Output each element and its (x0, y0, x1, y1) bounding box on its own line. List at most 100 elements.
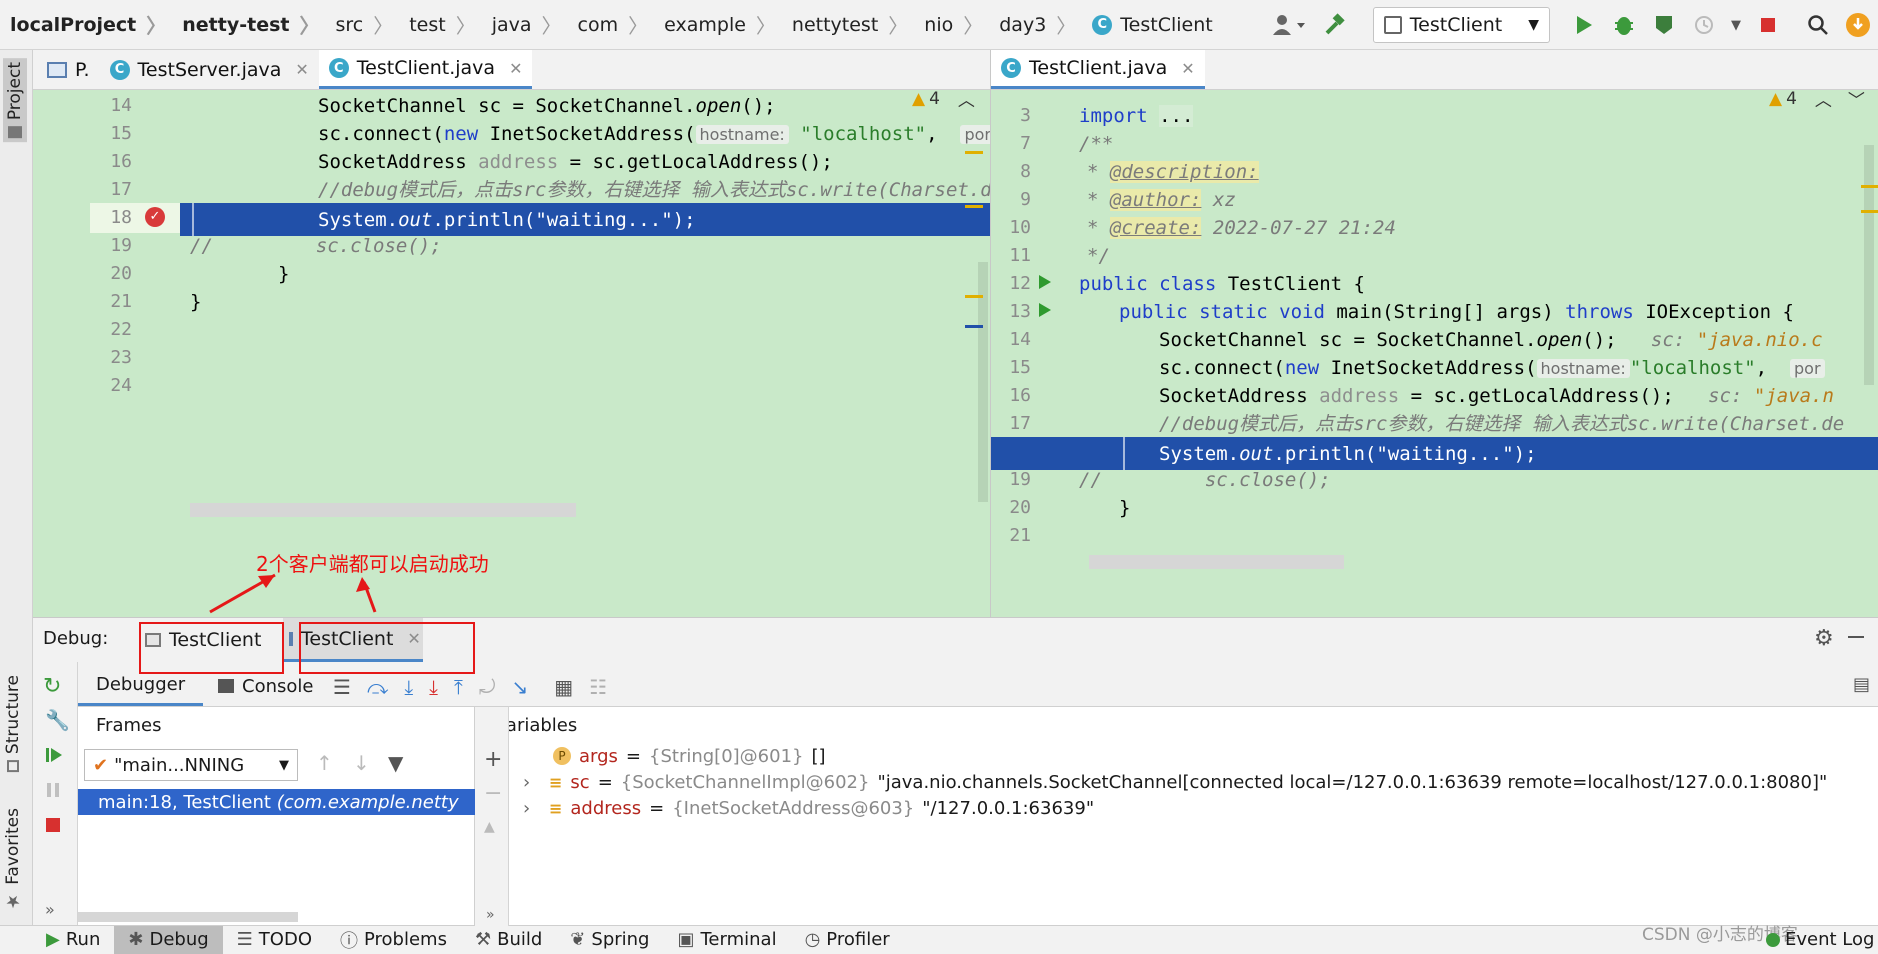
chevron-up-icon[interactable]: ︿ (1815, 86, 1832, 111)
event-log-button[interactable]: Event Log (1766, 929, 1874, 950)
variable-row[interactable]: › ≡ sc = {SocketChannelImpl@602} "java.n… (523, 769, 1827, 795)
breadcrumb-src[interactable]: src 〉 (325, 0, 399, 50)
user-icon[interactable] (1265, 5, 1315, 45)
profile-icon[interactable] (1684, 5, 1724, 45)
variable-row[interactable]: › ≡ address = {InetSocketAddress@603} "/… (523, 795, 1094, 821)
breadcrumb-day3[interactable]: day3 〉 (989, 0, 1082, 50)
chevron-down-icon[interactable]: ﹀ (1848, 86, 1865, 111)
filter-icon[interactable]: ▼ (388, 751, 403, 775)
breadcrumb-nio[interactable]: nio 〉 (914, 0, 989, 50)
project-tool-tab[interactable]: Project (3, 58, 27, 143)
update-icon[interactable] (1838, 5, 1878, 45)
layout-icon[interactable]: ▤ (1853, 674, 1870, 695)
stop-icon[interactable] (1748, 5, 1788, 45)
bottom-tab-spring[interactable]: ❦ Spring (556, 926, 663, 954)
step-out-icon[interactable]: ⤒ (454, 675, 463, 699)
warning-icon: ▲ (1769, 88, 1783, 109)
show-execution-point-icon[interactable]: ⤼ (367, 675, 388, 699)
bottom-tab-profiler[interactable]: ◷ Profiler (791, 926, 904, 954)
warnings-indicator[interactable]: ▲ 4 ︿ ﹀ (912, 86, 990, 112)
bottom-tab-run[interactable]: ▶ Run (0, 926, 114, 954)
close-icon[interactable]: ✕ (295, 60, 308, 79)
frame-up-icon[interactable]: ↑ (316, 751, 333, 775)
menu-icon[interactable]: ☰ (333, 675, 351, 699)
tab-testclient[interactable]: C TestClient.java ✕ (318, 50, 533, 89)
bottom-tab-debug[interactable]: ✱ Debug (114, 925, 223, 954)
line-number: 10 (1009, 217, 1031, 238)
run-to-cursor-icon[interactable]: ↘ (512, 675, 529, 699)
right-code-area[interactable]: import ... /** * @description: * @author… (991, 89, 1878, 617)
settings-gear-icon[interactable]: ⚙ (1814, 626, 1834, 651)
left-code-area[interactable]: SocketChannel sc = SocketChannel.open();… (180, 89, 990, 617)
frame-row-selected[interactable]: main:18, TestClient (com.example.netty (78, 789, 475, 815)
rerun-icon[interactable]: ↻ (43, 674, 61, 699)
breadcrumb-test[interactable]: test 〉 (399, 0, 482, 50)
breadcrumb-project[interactable]: localProject 〉 (0, 0, 172, 50)
expand-arrow-icon[interactable]: › (523, 798, 541, 819)
remove-watch-icon[interactable]: − (484, 781, 502, 806)
step-into-icon[interactable]: ⤓ (429, 675, 438, 699)
breakpoint-icon[interactable]: ✓ (145, 207, 165, 227)
settings-wrench-icon[interactable]: 🔧 (45, 708, 70, 732)
chevron-down-icon: ▼ (279, 757, 289, 773)
breadcrumb-module[interactable]: netty-test 〉 (172, 0, 325, 50)
search-icon[interactable] (1798, 5, 1838, 45)
warnings-indicator[interactable]: ▲ 4 ︿ ﹀ (1769, 86, 1865, 112)
frames-scrollbar[interactable] (78, 912, 298, 922)
debug-bug-icon[interactable] (1604, 5, 1644, 45)
run-gutter-icon[interactable] (1037, 273, 1053, 291)
add-watch-icon[interactable]: + (484, 747, 502, 772)
expand-arrow-icon[interactable]: › (523, 772, 541, 793)
resume-icon[interactable] (45, 746, 63, 764)
favorites-tool-tab[interactable]: ★ Favorites (3, 808, 23, 911)
close-icon[interactable]: ✕ (1181, 59, 1194, 78)
move-up-icon[interactable]: ▲ (484, 819, 495, 835)
line-number: 17 (1009, 413, 1031, 434)
run-icon[interactable] (1564, 5, 1604, 45)
pause-icon[interactable] (45, 782, 61, 798)
close-icon[interactable]: ✕ (509, 59, 522, 78)
coverage-icon[interactable] (1644, 5, 1684, 45)
chevron-down-icon: ▼ (1528, 17, 1539, 33)
run-gutter-icon[interactable] (1037, 301, 1053, 319)
bottom-tab-problems[interactable]: ⓘ Problems (326, 926, 461, 954)
tab-testserver[interactable]: C TestServer.java ✕ (100, 50, 319, 89)
variables-panel: Variables P args = {String[0]@601} [] › … (475, 706, 1878, 926)
horizontal-scrollbar[interactable] (1089, 555, 1344, 569)
build-hammer-icon[interactable] (1315, 5, 1355, 45)
error-stripe-marker (965, 205, 983, 208)
vertical-scrollbar[interactable] (1864, 145, 1874, 385)
vertical-scrollbar[interactable] (978, 262, 988, 502)
list-icon: ☰ (236, 929, 253, 950)
line-number: 23 (110, 347, 132, 368)
chevron-up-icon[interactable]: ︿ (958, 86, 975, 111)
thread-selector[interactable]: ✔ "main...NNING ▼ (84, 749, 298, 781)
breadcrumb-java[interactable]: java 〉 (482, 0, 568, 50)
line-number: 13 (1009, 301, 1031, 322)
minimize-icon[interactable] (1848, 636, 1864, 638)
run-config-dropdown[interactable]: TestClient ▼ (1372, 7, 1550, 43)
breadcrumb-nettytest[interactable]: nettytest 〉 (782, 0, 914, 50)
breadcrumb-example[interactable]: example 〉 (654, 0, 782, 50)
bottom-tab-todo[interactable]: ☰ TODO (223, 926, 326, 954)
spring-leaf-icon: ❦ (570, 929, 586, 950)
tab-project-file[interactable]: P. (33, 50, 100, 89)
more-dropdown-icon[interactable]: ▼ (1724, 5, 1748, 45)
variable-row[interactable]: P args = {String[0]@601} [] (553, 743, 826, 769)
expand-more-icon[interactable]: » (486, 907, 495, 923)
frame-down-icon[interactable]: ↓ (353, 751, 370, 775)
trace-icon[interactable]: ☷ (589, 675, 607, 699)
step-over-icon[interactable]: ⤓ (404, 675, 413, 699)
drop-frame-icon[interactable]: ⤾ (479, 675, 496, 699)
bottom-tab-terminal[interactable]: ▣ Terminal (663, 926, 790, 954)
bottom-tab-build[interactable]: ⚒ Build (461, 926, 556, 954)
breadcrumb-file[interactable]: C TestClient (1082, 0, 1218, 50)
horizontal-scrollbar[interactable] (190, 503, 576, 517)
annotation-box-session-2 (299, 622, 475, 674)
structure-tool-tab[interactable]: Structure (3, 675, 23, 773)
stop-icon[interactable] (45, 817, 61, 833)
evaluate-expression-icon[interactable]: ▦ (554, 675, 573, 699)
breadcrumb-com[interactable]: com 〉 (568, 0, 655, 50)
tab-testclient-right[interactable]: C TestClient.java ✕ (991, 50, 1205, 89)
expand-more-icon[interactable]: » (45, 900, 55, 919)
